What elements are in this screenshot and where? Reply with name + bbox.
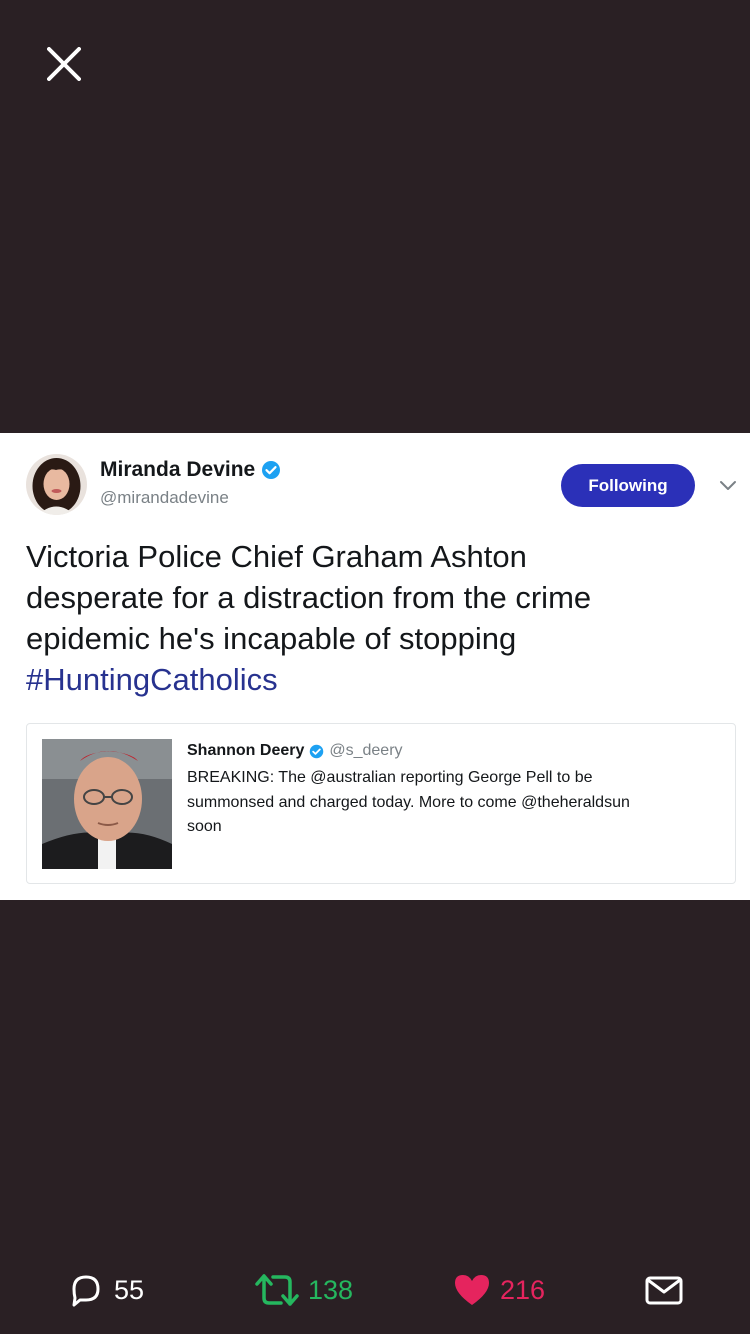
quoted-tweet-text: BREAKING: The @australian reporting Geor… <box>187 766 707 840</box>
close-button[interactable] <box>36 36 92 92</box>
envelope-icon <box>645 1276 683 1305</box>
tweet-text: Victoria Police Chief Graham Ashton desp… <box>26 536 726 700</box>
retweet-icon <box>255 1274 299 1306</box>
quoted-tweet-photo <box>42 739 172 869</box>
tweet-text-line: Victoria Police Chief Graham Ashton <box>26 539 527 574</box>
action-bar: 55 138 216 <box>0 1262 750 1318</box>
author-avatar <box>26 454 87 515</box>
like-count: 216 <box>500 1274 546 1305</box>
author-name: Miranda Devine <box>100 458 281 482</box>
quoted-author: Shannon Deery @s_deery <box>187 742 403 760</box>
quoted-text-line: BREAKING: The @australian reporting Geor… <box>187 769 593 786</box>
author-handle: @mirandadevine <box>100 488 229 507</box>
like-button[interactable]: 216 <box>452 1262 545 1318</box>
following-button: Following <box>561 464 695 507</box>
direct-message-button[interactable] <box>644 1262 684 1318</box>
close-icon <box>47 47 81 81</box>
quoted-author-name: Shannon Deery <box>187 742 305 759</box>
chevron-down-icon <box>720 481 736 490</box>
verified-badge-icon <box>262 461 281 479</box>
retweet-count: 138 <box>308 1274 354 1305</box>
hashtag-link: #HuntingCatholics <box>26 662 278 697</box>
heart-icon <box>455 1275 489 1305</box>
reply-button[interactable]: 55 <box>66 1262 144 1318</box>
quoted-text-line: summonsed and charged today. More to com… <box>187 793 630 811</box>
tweet-text-line: epidemic he's incapable of stopping <box>26 621 517 656</box>
reply-icon <box>72 1275 100 1307</box>
tweet-text-line: desperate for a distraction from the cri… <box>26 580 592 615</box>
quoted-text-line: soon <box>187 818 222 835</box>
reply-count: 55 <box>114 1274 145 1305</box>
verified-badge-icon <box>310 744 324 758</box>
quoted-author-handle: @s_deery <box>329 742 403 759</box>
retweet-button[interactable]: 138 <box>254 1262 353 1318</box>
